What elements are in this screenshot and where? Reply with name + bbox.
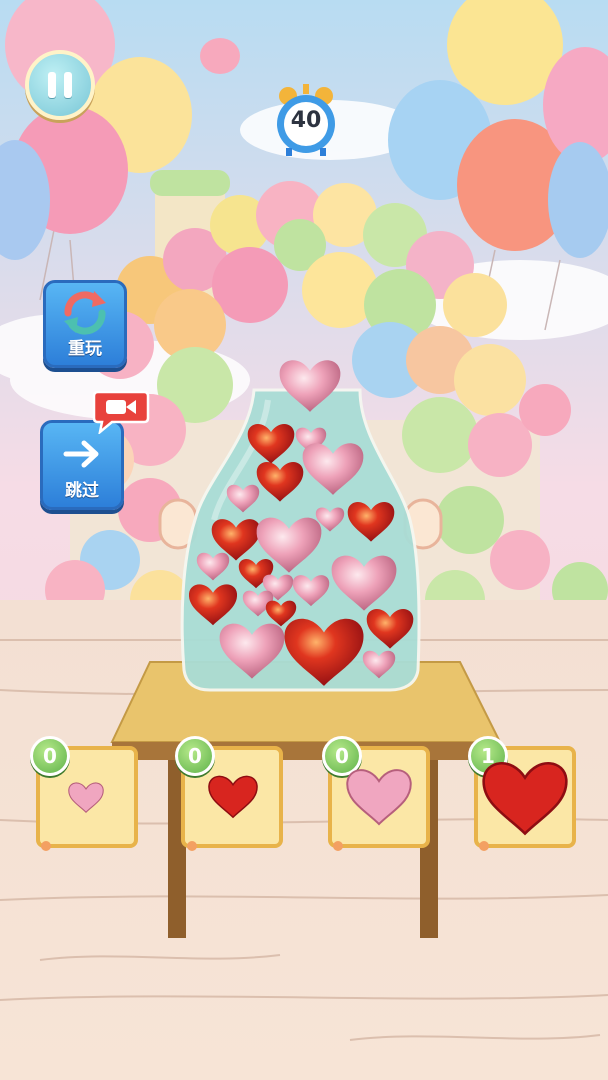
video-camera-icon: [92, 390, 150, 436]
collection-slot-red-large[interactable]: 1: [468, 736, 576, 844]
replay-button[interactable]: 重玩: [43, 280, 127, 368]
slot-count-badge: 0: [175, 736, 215, 776]
pink-heart-icon: [346, 769, 412, 826]
countdown-timer: 40: [274, 82, 338, 158]
pause-icon: [44, 72, 76, 98]
refresh-icon: [64, 291, 106, 335]
red-heart-icon: [482, 762, 568, 836]
video-ad-badge: [92, 388, 150, 436]
collection-slot-pink-small[interactable]: 0: [30, 736, 138, 844]
pink-heart-icon: [68, 782, 104, 813]
pause-button[interactable]: [25, 50, 95, 120]
timer-value: 40: [290, 108, 322, 133]
collection-slot-pink[interactable]: 0: [322, 736, 430, 844]
slot-count-badge: 0: [30, 736, 70, 776]
replay-label: 重玩: [68, 339, 102, 359]
red-heart-icon: [208, 775, 258, 819]
game-scene: [0, 0, 608, 1080]
skip-label: 跳过: [65, 481, 99, 501]
collection-slot-red[interactable]: 0: [175, 736, 283, 844]
arrow-right-icon: [63, 440, 99, 468]
